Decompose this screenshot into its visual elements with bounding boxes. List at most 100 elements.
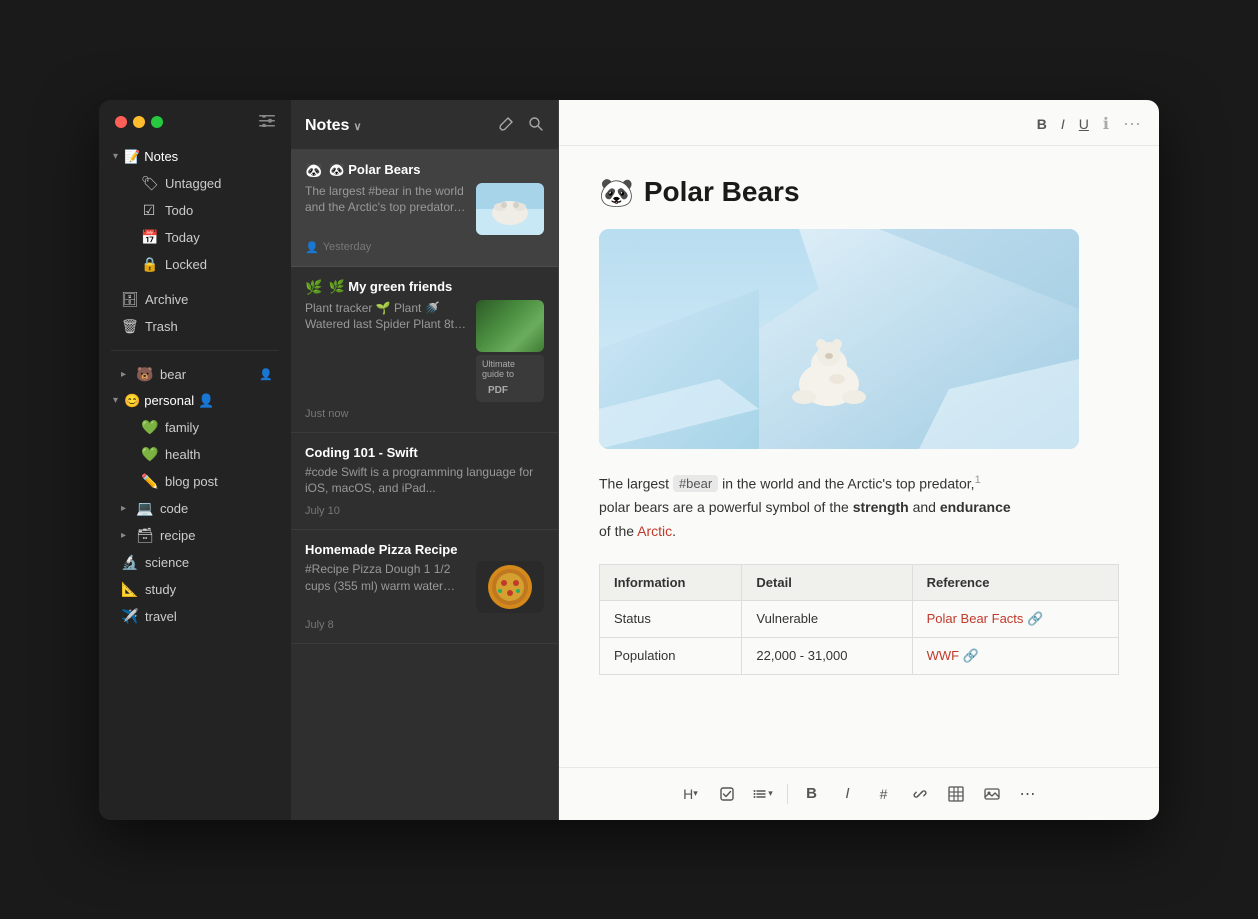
table-row: Status Vulnerable Polar Bear Facts 🔗 [600,600,1119,637]
sidebar-item-family[interactable]: 💚 family [105,414,285,441]
sidebar-item-label: Untagged [165,176,273,191]
sidebar-item-code[interactable]: ▸ 💻 code [105,495,285,522]
arctic-link[interactable]: Arctic [637,523,672,539]
note-title-text: 🐼 Polar Bears [328,162,420,178]
today-icon: 📅 [141,229,157,246]
pdf-label: Ultimate guide to [482,359,538,379]
body-line2-start: polar bears are a powerful symbol of the [599,499,853,515]
maximize-button[interactable] [151,116,163,128]
table-row: Population 22,000 - 31,000 WWF 🔗 [600,637,1119,674]
sidebar-item-health[interactable]: 💚 health [105,441,285,468]
sidebar-item-today[interactable]: 📅 Today [105,224,285,251]
sidebar-item-label: study [145,582,273,597]
note-title-text: Homemade Pizza Recipe [305,542,457,557]
sidebar-item-travel[interactable]: ✈️ travel [105,603,285,630]
sidebar-item-label: travel [145,609,273,624]
sidebar-item-label: Notes [144,149,178,164]
note-thumb-pizza [476,561,544,613]
table-button[interactable] [940,778,972,810]
minimize-button[interactable] [133,116,145,128]
sidebar-item-label: science [145,555,273,570]
editor-content: 🐼 Polar Bears [559,146,1159,767]
editor-top-toolbar: B I U ℹ ⋯ [559,100,1159,146]
close-button[interactable] [115,116,127,128]
body-text-after-tag: in the world and the Arctic's top predat… [718,475,974,491]
sidebar-item-recipe[interactable]: ▸ 🗃 recipe [105,522,285,549]
table-cell-status-label: Status [600,600,742,637]
sidebar-item-science[interactable]: 🔬 science [105,549,285,576]
info-icon[interactable]: ℹ [1103,114,1109,134]
bold-button[interactable]: B [1037,116,1047,132]
chevron-down-icon: ▾ [113,395,118,406]
date-text: Yesterday [323,241,372,253]
note-item-polar-bears[interactable]: 🐼 🐼 Polar Bears The largest #bear in the… [291,150,558,267]
sidebar-notes-section: ▾ 📝 Notes 🏷 Untagged ☑ Todo 📅 Today 🔒 Lo… [99,140,291,282]
search-icon[interactable] [528,116,544,137]
tag-format-button[interactable]: # [868,778,900,810]
note-text: Plant tracker 🌱 Plant 🚿 Watered last Spi… [305,300,468,342]
heading-button[interactable]: H ▾ [675,778,707,810]
sidebar-divider [111,350,279,351]
list-button[interactable]: ▾ [747,778,779,810]
sidebar-item-todo[interactable]: ☑ Todo [105,197,285,224]
science-icon: 🔬 [121,554,137,571]
sidebar-item-label: Todo [165,203,273,218]
sidebar-item-untagged[interactable]: 🏷 Untagged [105,170,285,197]
notes-list-title-text: Notes [305,117,349,135]
title-emoji: 🐼 [599,176,634,209]
check-button[interactable] [711,778,743,810]
note-excerpt: #Recipe Pizza Dough 1 1/2 cups (355 ml) … [305,561,468,595]
bold-format-button[interactable]: B [796,778,828,810]
table-cell-status-ref[interactable]: Polar Bear Facts 🔗 [912,600,1118,637]
bear-tag[interactable]: #bear [673,475,718,492]
table-header-detail: Detail [742,564,912,600]
underline-button[interactable]: U [1079,116,1089,132]
compose-icon[interactable] [498,116,514,137]
wwf-link[interactable]: WWF 🔗 [927,648,979,663]
more-format-button[interactable]: ⋯ [1012,778,1044,810]
locked-icon: 🔒 [141,256,157,273]
app-window: ▾ 📝 Notes 🏷 Untagged ☑ Todo 📅 Today 🔒 Lo… [99,100,1159,820]
link-button[interactable] [904,778,936,810]
sidebar-item-label: Archive [145,292,273,307]
bear-icon: 🐻 [136,366,152,383]
note-date: 👤 Yesterday [305,241,544,254]
sidebar-item-trash[interactable]: 🗑 Trash [105,313,285,340]
filter-icon[interactable] [259,114,275,130]
note-thumbnail [476,183,544,235]
code-icon: 💻 [136,500,152,517]
note-content-row: The largest #bear in the world and the A… [305,183,544,235]
sidebar-item-locked[interactable]: 🔒 Locked [105,251,285,278]
title-text: Polar Bears [644,176,800,208]
note-item-green-friends[interactable]: 🌿 🌿 My green friends Plant tracker 🌱 Pla… [291,267,558,433]
more-options-icon[interactable]: ⋯ [1123,114,1141,135]
chevron-right-icon: ▸ [121,503,126,514]
endurance-text: endurance [940,499,1011,515]
footnote-1: 1 [975,474,981,486]
polar-bear-facts-link[interactable]: Polar Bear Facts 🔗 [927,611,1044,626]
sidebar-tags-section: ▸ 🐻 bear 👤 ▾ 😊 personal 👤 💚 family 💚 hea… [99,357,291,634]
note-main-title: 🐼 Polar Bears [599,176,1119,209]
sidebar-item-blog-post[interactable]: ✏️ blog post [105,468,285,495]
toolbar-separator [787,784,788,804]
table-cell-status-detail: Vulnerable [742,600,912,637]
note-item-coding-swift[interactable]: Coding 101 - Swift #code Swift is a prog… [291,433,558,531]
sidebar-item-personal[interactable]: ▾ 😊 personal 👤 [105,388,285,414]
image-button[interactable] [976,778,1008,810]
sidebar-item-archive[interactable]: 🗄 Archive [105,286,285,313]
sidebar-item-bear[interactable]: ▸ 🐻 bear 👤 [105,361,285,388]
date-text: July 10 [305,505,340,517]
italic-format-button[interactable]: I [832,778,864,810]
todo-icon: ☑ [141,202,157,219]
sidebar-item-notes[interactable]: ▾ 📝 Notes [105,144,285,170]
date-text: Just now [305,408,348,420]
table-cell-pop-ref[interactable]: WWF 🔗 [912,637,1118,674]
chevron-right-icon: ▸ [121,530,126,541]
heading-label: H [683,786,693,802]
italic-button[interactable]: I [1061,116,1065,132]
trash-icon: 🗑 [121,318,137,335]
note-item-pizza-recipe[interactable]: Homemade Pizza Recipe #Recipe Pizza Doug… [291,530,558,644]
note-date: Just now [305,408,544,420]
note-title-text: 🌿 My green friends [328,279,452,295]
sidebar-item-study[interactable]: 📐 study [105,576,285,603]
